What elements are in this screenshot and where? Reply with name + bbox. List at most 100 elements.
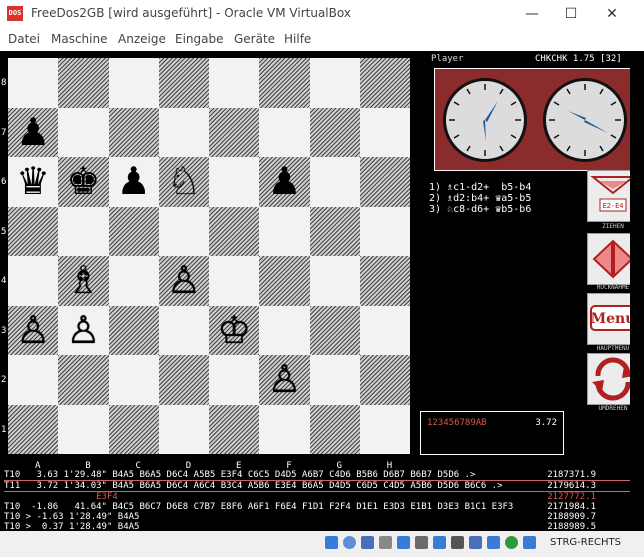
usb-icon[interactable]: [415, 536, 428, 549]
vm-screen[interactable]: ♟ ♛ ♚ ♟ ♘ ♟ ♗ ♙ ♙ ♙ ♔ ♙ 87654321 ABCDEFGH Player CH…: [0, 51, 644, 531]
menu-maschine[interactable]: Maschine: [51, 32, 107, 46]
piece-b6[interactable]: ♚: [58, 157, 108, 207]
square-f7[interactable]: [259, 107, 310, 157]
square-h1[interactable]: [359, 404, 410, 454]
square-d7[interactable]: [158, 107, 209, 157]
maximize-button[interactable]: ☐: [551, 4, 591, 24]
square-b1[interactable]: [58, 404, 109, 454]
square-f1[interactable]: [259, 404, 310, 454]
virtualbox-dos-icon[interactable]: DOS: [7, 6, 23, 21]
network-icon[interactable]: [397, 536, 410, 549]
square-d3[interactable]: [158, 305, 209, 355]
piece-f2[interactable]: ♙: [259, 355, 309, 405]
piece-e3[interactable]: ♔: [209, 306, 259, 356]
square-c7[interactable]: [108, 107, 159, 157]
square-d4[interactable]: ♙: [158, 256, 209, 306]
square-e1[interactable]: [209, 404, 260, 454]
square-d1[interactable]: [158, 404, 209, 454]
square-c6[interactable]: ♟: [108, 157, 159, 207]
square-f2[interactable]: ♙: [259, 355, 310, 405]
square-d8[interactable]: [158, 58, 209, 108]
square-c3[interactable]: [108, 305, 159, 355]
cpu-icon[interactable]: [487, 536, 500, 549]
square-g7[interactable]: [309, 107, 360, 157]
square-g5[interactable]: [309, 206, 360, 256]
piece-b4[interactable]: ♗: [58, 256, 108, 306]
square-c1[interactable]: [108, 404, 159, 454]
optical-drive-icon[interactable]: [343, 536, 356, 549]
square-h5[interactable]: [359, 206, 410, 256]
square-d5[interactable]: [158, 206, 209, 256]
square-e5[interactable]: [209, 206, 260, 256]
close-button[interactable]: ✕: [592, 4, 632, 24]
square-g4[interactable]: [309, 256, 360, 306]
square-b7[interactable]: [58, 107, 109, 157]
piece-d6[interactable]: ♘: [159, 157, 209, 207]
square-h8[interactable]: [359, 58, 410, 108]
menu-geraete[interactable]: Geräte: [234, 32, 275, 46]
shared-folder-icon[interactable]: [433, 536, 446, 549]
recording-icon[interactable]: [469, 536, 482, 549]
square-a1[interactable]: [8, 404, 59, 454]
square-a6[interactable]: ♛: [8, 157, 59, 207]
square-h6[interactable]: [359, 157, 410, 207]
chess-board[interactable]: ♟ ♛ ♚ ♟ ♘ ♟ ♗ ♙ ♙ ♙ ♔ ♙: [8, 58, 410, 454]
square-b3[interactable]: ♙: [58, 305, 109, 356]
square-b5[interactable]: [58, 206, 109, 256]
square-a7[interactable]: ♟: [8, 107, 59, 158]
square-c5[interactable]: [108, 206, 159, 256]
vt-x-icon[interactable]: [505, 536, 518, 549]
square-e4[interactable]: [209, 256, 260, 306]
minimize-button[interactable]: —: [512, 4, 552, 24]
menu-datei[interactable]: Datei: [8, 32, 40, 46]
square-f4[interactable]: [259, 256, 310, 306]
menu-anzeige[interactable]: Anzeige: [118, 32, 166, 46]
square-d2[interactable]: [158, 355, 209, 405]
square-e6[interactable]: [209, 157, 260, 207]
square-h3[interactable]: [359, 305, 410, 355]
piece-c6[interactable]: ♟: [109, 157, 159, 207]
piece-a7[interactable]: ♟: [8, 108, 58, 158]
square-c2[interactable]: [108, 355, 159, 405]
square-c8[interactable]: [108, 58, 159, 108]
square-f8[interactable]: [259, 58, 310, 108]
square-e3[interactable]: ♔: [209, 305, 260, 356]
square-a5[interactable]: [8, 206, 59, 256]
square-b8[interactable]: [58, 58, 109, 108]
square-h2[interactable]: [359, 355, 410, 405]
square-b4[interactable]: ♗: [58, 256, 109, 306]
square-f3[interactable]: [259, 305, 310, 355]
square-e7[interactable]: [209, 107, 260, 157]
square-g1[interactable]: [309, 404, 360, 454]
square-a4[interactable]: [8, 256, 59, 306]
piece-a3[interactable]: ♙: [8, 306, 58, 356]
menu-eingabe[interactable]: Eingabe: [175, 32, 224, 46]
square-a8[interactable]: [8, 58, 59, 108]
menu-hilfe[interactable]: Hilfe: [284, 32, 311, 46]
square-f5[interactable]: [259, 206, 310, 256]
floppy-icon[interactable]: [379, 536, 392, 549]
piece-f6[interactable]: ♟: [259, 157, 309, 207]
square-h7[interactable]: [359, 107, 410, 157]
square-g2[interactable]: [309, 355, 360, 405]
square-h4[interactable]: [359, 256, 410, 306]
square-a2[interactable]: [8, 355, 59, 405]
square-g6[interactable]: [309, 157, 360, 207]
piece-d4[interactable]: ♙: [159, 256, 209, 306]
square-b6[interactable]: ♚: [58, 157, 109, 207]
display-icon[interactable]: [451, 536, 464, 549]
piece-a6[interactable]: ♛: [8, 157, 58, 207]
square-a3[interactable]: ♙: [8, 305, 59, 356]
square-e8[interactable]: [209, 58, 260, 108]
vertical-scrollbar[interactable]: [630, 51, 644, 531]
square-g3[interactable]: [309, 305, 360, 355]
square-f6[interactable]: ♟: [259, 157, 310, 207]
audio-icon[interactable]: [361, 536, 374, 549]
hard-disk-icon[interactable]: [325, 536, 338, 549]
square-e2[interactable]: [209, 355, 260, 405]
square-d6[interactable]: ♘: [158, 157, 209, 207]
mouse-integration-icon[interactable]: [523, 536, 536, 549]
square-g8[interactable]: [309, 58, 360, 108]
square-b2[interactable]: [58, 355, 109, 405]
piece-b3[interactable]: ♙: [58, 306, 108, 356]
